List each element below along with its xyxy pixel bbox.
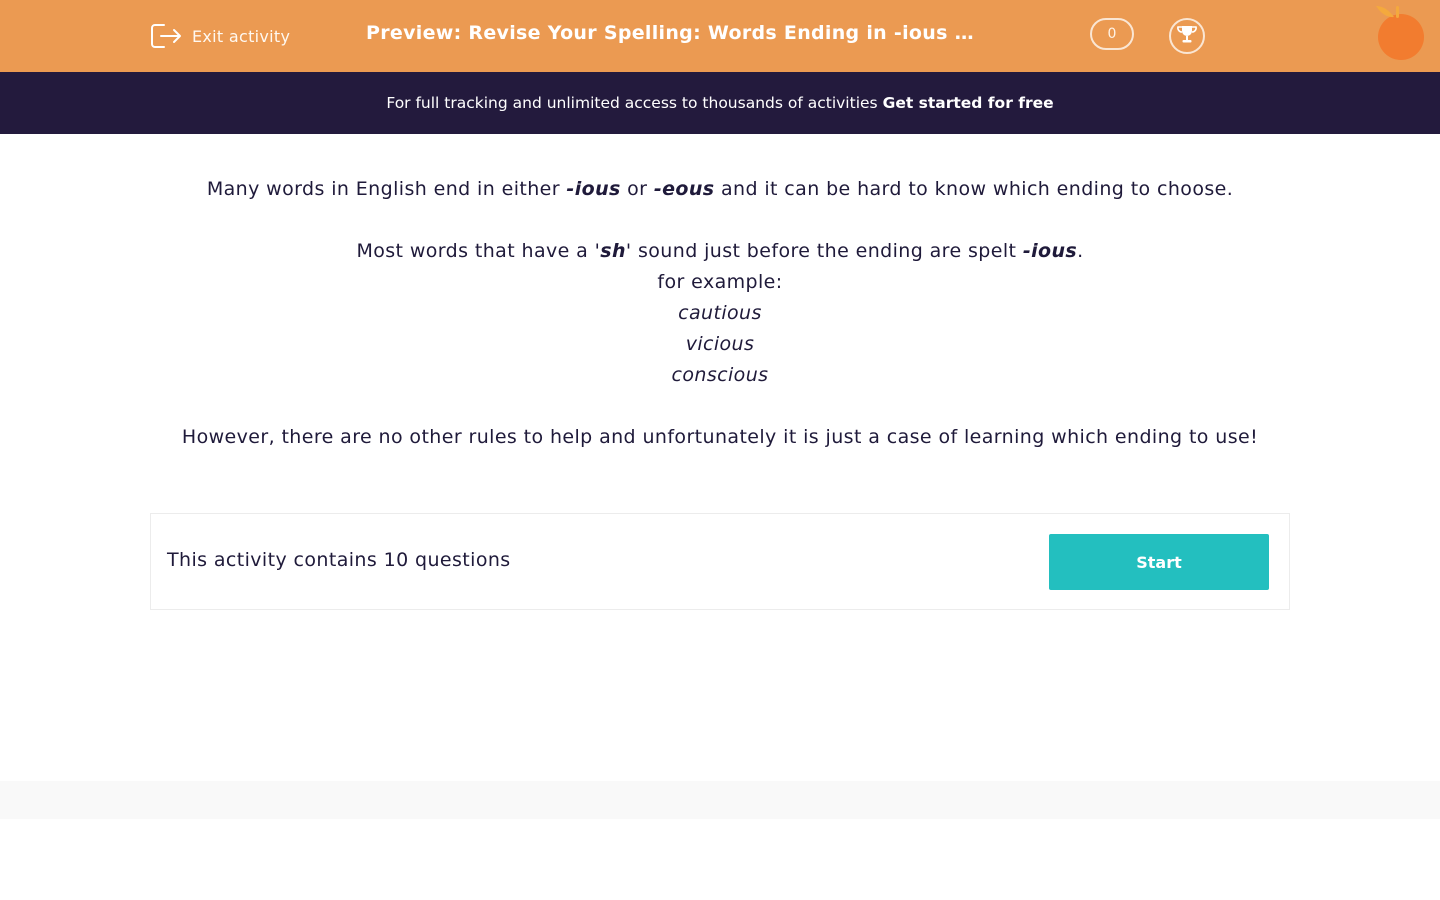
top-bar: Exit activity Preview: Revise Your Spell… (0, 0, 1440, 72)
intro-text-segment: and it can be hard to know which ending … (714, 178, 1234, 200)
example-word: conscious (150, 360, 1290, 391)
start-button[interactable]: Start (1049, 534, 1269, 590)
intro-text-segment: ' sound just before the ending are spelt (625, 240, 1023, 262)
exit-activity-label: Exit activity (192, 26, 291, 46)
intro-text-segment: Many words in English end in either (206, 178, 567, 200)
sh-sound: sh (600, 240, 626, 262)
activity-card: This activity contains 10 questions Star… (150, 513, 1290, 610)
example-word-text: cautious (678, 302, 762, 324)
banner-text: For full tracking and unlimited access t… (386, 94, 878, 112)
example-word-text: conscious (671, 364, 769, 386)
ending-ious: -ious (566, 178, 621, 200)
page-title: Preview: Revise Your Spelling: Words End… (366, 22, 986, 44)
example-word: cautious (150, 298, 1290, 329)
ending-ious: -ious (1022, 240, 1078, 262)
trophy-icon (1176, 24, 1198, 48)
trophy-button[interactable] (1169, 18, 1205, 54)
intro-paragraph-1: Many words in English end in either -iou… (150, 174, 1290, 205)
question-count-text: This activity contains 10 questions (167, 549, 511, 571)
orange-logo-icon (1372, 4, 1430, 62)
example-word: vicious (150, 329, 1290, 360)
promo-banner: For full tracking and unlimited access t… (0, 72, 1440, 134)
score-counter: 0 (1090, 18, 1134, 50)
footer-strip (0, 781, 1440, 819)
exit-door-icon (150, 22, 182, 50)
get-started-link[interactable]: Get started for free (883, 94, 1054, 112)
intro-text-segment: Most words that have a ' (356, 240, 601, 262)
intro-paragraph-3: However, there are no other rules to hel… (181, 426, 1259, 448)
exit-activity-button[interactable]: Exit activity (150, 21, 290, 51)
intro-text: Many words in English end in either -iou… (150, 174, 1290, 453)
intro-text-segment: . (1077, 240, 1084, 262)
example-word-text: vicious (685, 333, 755, 355)
intro-text-segment: or (620, 178, 654, 200)
ending-eous: -eous (653, 178, 715, 200)
intro-paragraph-2: Most words that have a 'sh' sound just b… (150, 236, 1290, 267)
for-example-label: for example: (657, 271, 783, 293)
